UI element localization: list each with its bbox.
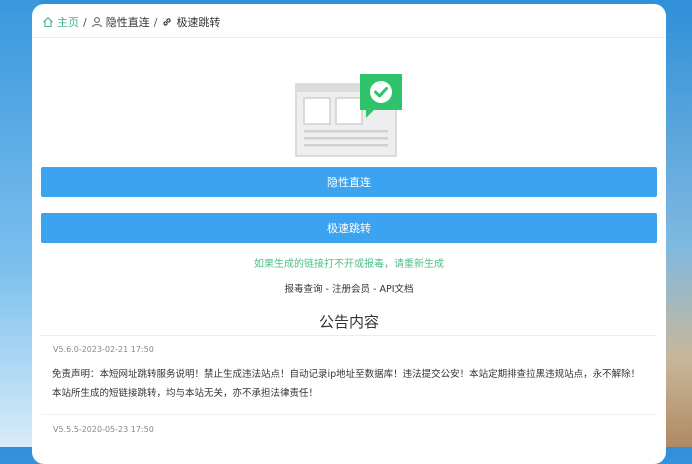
announcement-title: 公告内容 [318,313,379,331]
footer-links: 报毒查询 - 注册会员 - API文档 [32,281,666,295]
regenerate-hint: 如果生成的链接打不开或报毒，请重新生成 [254,259,444,270]
breadcrumb: 主页 / 隐性直连 / 极速跳转 [42,13,220,31]
announcement-version: V5.5.5-2020-05-23 17:50 [53,425,154,434]
fast-redirect-button[interactable]: 极速跳转 [41,213,657,243]
home-icon [43,17,53,28]
announcement-text: 免责声明：本短网址跳转服务说明！禁止生成违法站点！自动记录ip地址至数据库！违法… [52,365,652,403]
breadcrumb-separator: / [83,15,87,29]
breadcrumb-item-hidden-direct[interactable]: 隐性直连 [91,14,150,30]
api-docs-link[interactable]: API文档 [379,284,413,295]
announcement-line: 免责声明：本短网址跳转服务说明！禁止生成违法站点！自动记录ip地址至数据库！违法… [52,369,641,380]
breadcrumb-separator: / [153,15,158,29]
announcement-entry-divider [41,414,657,415]
breadcrumb-item-fast-redirect[interactable]: 极速跳转 [161,14,220,30]
announcement-line: 本站所生成的短链接跳转，均与本站无关，亦不承担法律责任！ [52,388,319,399]
user-icon [91,17,102,28]
breadcrumb-item-label: 极速跳转 [176,16,221,29]
breadcrumb-home-label: 主页 [57,16,79,29]
hidden-direct-button[interactable]: 隐性直连 [41,167,657,197]
register-link[interactable]: 注册会员 [332,284,370,295]
webpage-check-illustration [295,74,402,157]
report-check-link[interactable]: 报毒查询 [285,284,323,295]
announcement-version: V5.6.0-2023-02-21 17:50 [53,345,154,354]
link-separator: - [322,284,332,295]
breadcrumb-home[interactable]: 主页 [42,14,79,30]
announcement-divider [41,335,657,336]
main-card: 主页 / 隐性直连 / 极速跳转 隐性直连 极速跳转 如果生成的链接打不开或报毒… [32,4,666,464]
link-icon [163,18,172,26]
header-divider [32,37,666,38]
breadcrumb-item-label: 隐性直连 [105,16,150,29]
